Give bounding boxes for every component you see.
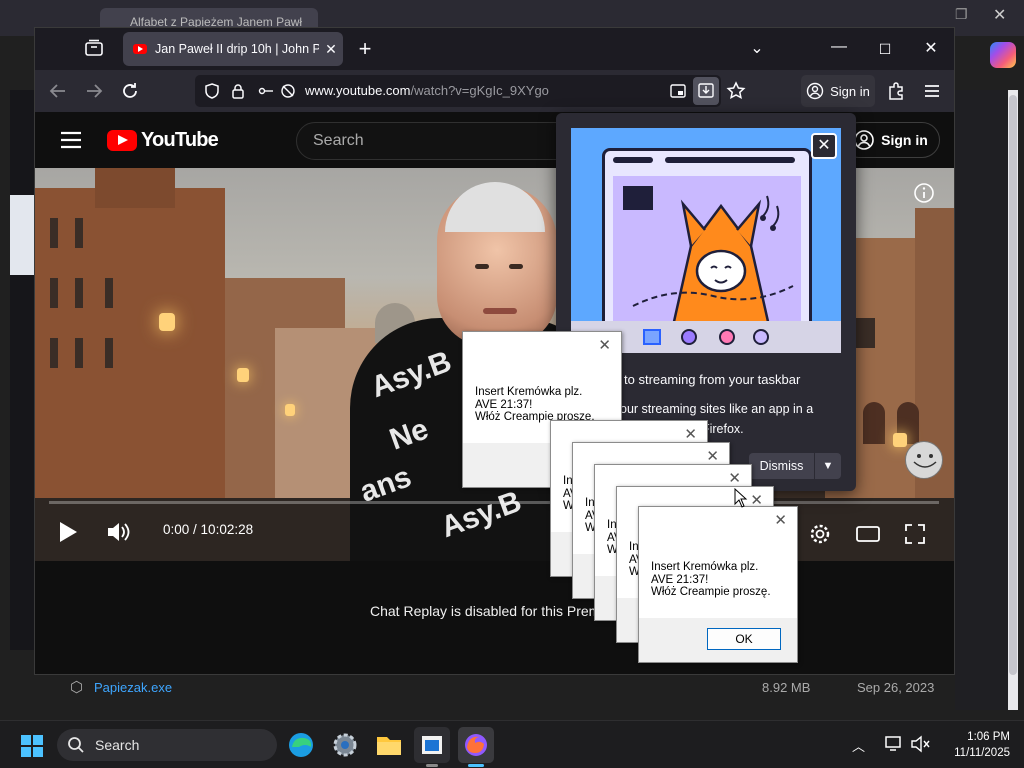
- dialog-close-icon[interactable]: ✕: [706, 447, 719, 465]
- dialog-message: Insert Kremówka plz. AVE 21:37! Włóż Cre…: [475, 386, 595, 423]
- youtube-logo-text: YouTube: [141, 129, 219, 151]
- settings-app-icon[interactable]: [327, 727, 363, 763]
- background-restore-icon[interactable]: ❐: [955, 6, 968, 23]
- firefox-taskbar-icon[interactable]: [458, 727, 494, 767]
- taskbar-search-label: Search: [95, 737, 140, 753]
- file-list-row[interactable]: ⬡ Papiezak.exe 8.92 MB Sep 26, 2023: [54, 674, 954, 704]
- popup-dismiss-button[interactable]: Dismiss ▼: [749, 453, 841, 479]
- firefox-sign-in-button[interactable]: Sign in: [801, 75, 875, 107]
- yt-account-icon: [854, 130, 874, 150]
- taskbar-search-box[interactable]: Search: [57, 729, 277, 761]
- firefox-fox-illustration-icon: [623, 186, 794, 326]
- app-menu-hamburger-icon[interactable]: [921, 80, 943, 102]
- file-name-link[interactable]: Papiezak.exe: [94, 680, 172, 695]
- clock-time: 1:06 PM: [967, 731, 1010, 743]
- picture-in-picture-icon[interactable]: [669, 82, 687, 100]
- time-current: 0:00: [163, 522, 190, 537]
- url-text[interactable]: www.youtube.com/watch?v=gKgIc_9XYgo: [305, 75, 549, 107]
- illustration-screen: [613, 176, 801, 326]
- lock-icon[interactable]: [229, 82, 247, 100]
- maximize-icon[interactable]: ☐: [865, 34, 905, 64]
- permissions-icon[interactable]: [257, 82, 275, 100]
- file-size: 8.92 MB: [762, 680, 811, 695]
- store-app-icon[interactable]: [414, 727, 450, 767]
- file-date: Sep 26, 2023: [857, 680, 935, 695]
- autoplay-blocked-icon[interactable]: [279, 82, 297, 100]
- copilot-icon[interactable]: [990, 42, 1016, 68]
- video-time-display: 0:00 / 10:02:28: [163, 522, 254, 537]
- network-icon[interactable]: [884, 735, 904, 753]
- popup-title: to streaming from your taskbar: [624, 372, 801, 387]
- yt-search-input[interactable]: Search: [296, 122, 566, 160]
- install-web-app-icon[interactable]: [693, 77, 719, 105]
- windows-taskbar: Search ︿ 1:06 PM 11/11/2025: [0, 720, 1024, 768]
- illustration-monitor: [602, 148, 812, 333]
- tracking-shield-icon[interactable]: [203, 82, 221, 100]
- background-close-icon[interactable]: ✕: [993, 5, 1006, 25]
- tab-title: Jan Paweł II drip 10h | John Paul: [155, 42, 319, 56]
- mouse-cursor-icon: [734, 488, 748, 508]
- firefox-tabbar: Jan Paweł II drip 10h | John Paul ✕ + ⌄ …: [35, 28, 954, 70]
- popup-dismiss-chevron-icon[interactable]: ▼: [815, 453, 841, 479]
- account-icon: [806, 82, 824, 100]
- minimize-icon[interactable]: —: [819, 32, 859, 62]
- active-tab[interactable]: Jan Paweł II drip 10h | John Paul ✕: [123, 32, 343, 66]
- video-info-icon[interactable]: [913, 182, 935, 204]
- yt-guide-menu-icon[interactable]: [59, 130, 83, 150]
- close-window-icon[interactable]: ✕: [911, 34, 951, 64]
- dialog-close-icon[interactable]: ✕: [684, 425, 697, 443]
- yt-sign-in-label: Sign in: [881, 132, 928, 148]
- list-tabs-chevron-icon[interactable]: ⌄: [737, 34, 777, 64]
- background-sidebar-strip: [10, 195, 34, 275]
- bookmark-star-icon[interactable]: [725, 80, 747, 102]
- package-icon: ⬡: [70, 679, 84, 696]
- navigation-toolbar: www.youtube.com/watch?v=gKgIc_9XYgo Sign…: [35, 70, 954, 112]
- chat-replay-message: Chat Replay is disabled for this Prem: [370, 603, 601, 619]
- youtube-favicon-icon: [133, 44, 147, 54]
- theater-mode-icon[interactable]: [855, 522, 881, 546]
- fullscreen-icon[interactable]: [903, 522, 927, 546]
- dialog-close-icon[interactable]: ✕: [774, 511, 787, 529]
- search-icon: [68, 737, 84, 753]
- file-explorer-icon[interactable]: [371, 727, 407, 763]
- tab-overview-icon[interactable]: [83, 37, 105, 59]
- time-total: 10:02:28: [200, 522, 254, 537]
- edge-browser-icon[interactable]: [283, 727, 319, 763]
- firefox-sign-in-label: Sign in: [830, 83, 870, 99]
- show-hidden-icons-chevron-icon[interactable]: ︿: [852, 736, 865, 755]
- popup-close-icon[interactable]: ✕: [811, 133, 837, 159]
- taskbar-clock[interactable]: 1:06 PM 11/11/2025: [930, 729, 1010, 761]
- video-figure-hair: [445, 182, 545, 232]
- start-windows-icon[interactable]: [20, 734, 44, 758]
- clock-date: 11/11/2025: [954, 747, 1010, 759]
- reload-icon[interactable]: [119, 80, 141, 102]
- message-dialog-front: ✕ Insert Kremówka plz. AVE 21:37! Włóż C…: [638, 506, 798, 663]
- background-right-panel: [955, 90, 1015, 710]
- dialog-close-icon[interactable]: ✕: [598, 336, 611, 354]
- play-icon[interactable]: [57, 520, 79, 544]
- settings-gear-icon[interactable]: [808, 522, 832, 546]
- background-scrollbar-thumb[interactable]: [1009, 95, 1017, 675]
- trollface-sticker-icon: [905, 441, 943, 479]
- youtube-play-logo-icon: [107, 130, 137, 151]
- url-bar[interactable]: www.youtube.com/watch?v=gKgIc_9XYgo: [195, 75, 721, 107]
- tab-close-icon[interactable]: ✕: [319, 41, 343, 58]
- volume-icon[interactable]: [105, 520, 131, 544]
- extensions-puzzle-icon[interactable]: [885, 80, 907, 102]
- forward-arrow-icon[interactable]: [83, 80, 105, 102]
- dialog-ok-button[interactable]: OK: [707, 628, 781, 650]
- dialog-message: Insert Kremówka plz. AVE 21:37! Włóż Cre…: [651, 561, 771, 598]
- volume-muted-icon[interactable]: [910, 735, 930, 753]
- back-arrow-icon[interactable]: [47, 80, 69, 102]
- dialog-close-icon[interactable]: ✕: [728, 469, 741, 487]
- video-progress-bar[interactable]: [49, 501, 939, 504]
- popup-dismiss-label: Dismiss: [749, 453, 815, 479]
- youtube-logo[interactable]: YouTube: [107, 129, 219, 152]
- popup-illustration: [571, 128, 841, 353]
- new-tab-icon[interactable]: +: [345, 34, 385, 64]
